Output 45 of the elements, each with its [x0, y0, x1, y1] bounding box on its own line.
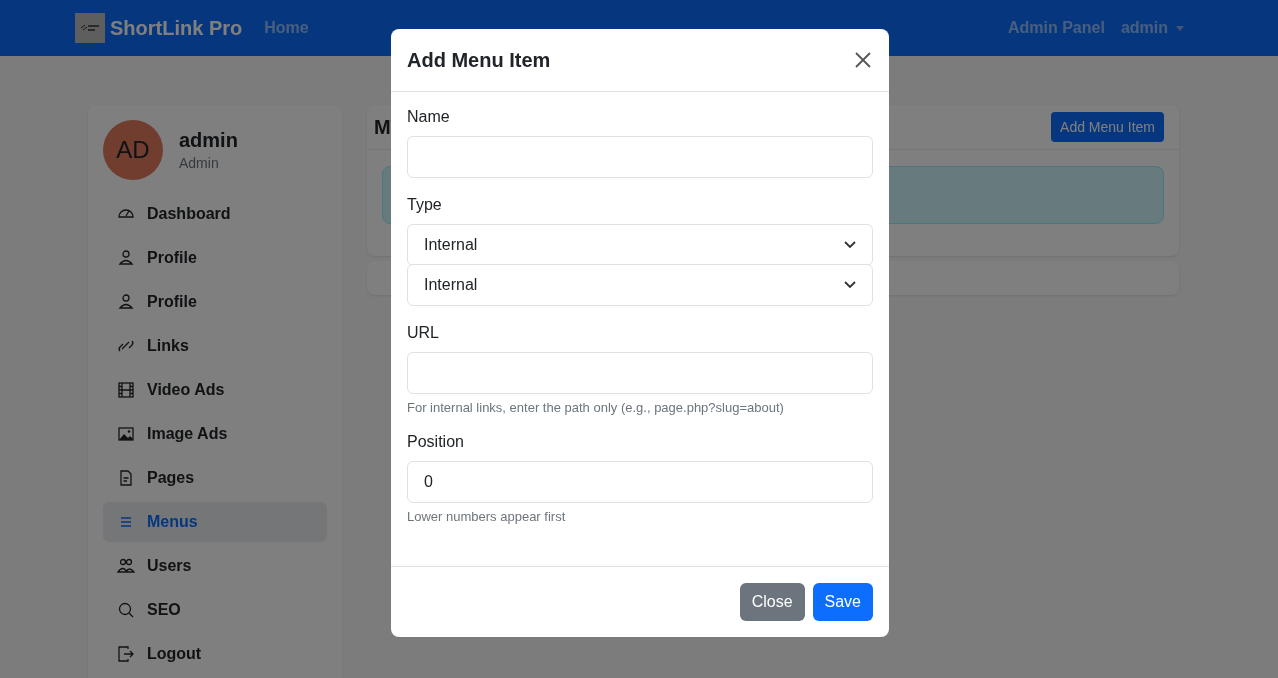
- logout-icon: [117, 645, 135, 663]
- chevron-icon: [844, 281, 856, 289]
- sidebar-item[interactable]: Image Ads: [103, 414, 327, 454]
- sidebar-item[interactable]: Logout: [103, 634, 327, 674]
- sidebar-item[interactable]: Links: [103, 326, 327, 366]
- user-name: admin: [179, 129, 238, 152]
- sidebar-item[interactable]: Users: [103, 546, 327, 586]
- close-icon: [855, 52, 871, 68]
- input-field[interactable]: 0: [407, 461, 873, 503]
- sidebar-item[interactable]: Dashboard: [103, 194, 327, 234]
- people-icon: [117, 557, 135, 575]
- sidebar-item[interactable]: Menus: [103, 502, 327, 542]
- select-field[interactable]: Internal: [407, 264, 873, 306]
- input-field[interactable]: [407, 136, 873, 178]
- caret-icon: [1176, 25, 1184, 31]
- sidebar-item[interactable]: Pages: [103, 458, 327, 498]
- help-text: For internal links, enter the path only (e.g., page.php?slug=about): [407, 400, 785, 415]
- card-title: M: [374, 115, 391, 139]
- person-icon: [117, 293, 135, 311]
- logo-icon: [75, 13, 105, 43]
- field-label: Position: [407, 433, 465, 451]
- close-button[interactable]: [853, 50, 873, 70]
- modal-button[interactable]: Save: [812, 583, 873, 621]
- sidebar-item[interactable]: Profile: [103, 238, 327, 278]
- sidebar-item[interactable]: Video Ads: [103, 370, 327, 410]
- field-label: Type: [407, 196, 443, 214]
- field-label: URL: [407, 324, 440, 342]
- sidebar-item[interactable]: SEO: [103, 590, 327, 630]
- document-icon: [117, 469, 135, 487]
- modal-button[interactable]: Close: [739, 583, 805, 621]
- film-icon: [117, 381, 135, 399]
- help-text: Lower numbers appear first: [407, 509, 567, 524]
- image-icon: [117, 425, 135, 443]
- search-icon: [117, 601, 135, 619]
- add-menu-item-button[interactable]: Add Menu Item: [1051, 112, 1164, 142]
- input-field[interactable]: [407, 352, 873, 394]
- user-role: Admin: [179, 155, 220, 171]
- avatar: AD: [103, 120, 163, 180]
- select-field[interactable]: Internal: [407, 224, 873, 266]
- field-label: Name: [407, 108, 451, 126]
- person-icon: [117, 249, 135, 267]
- modal-title: Add Menu Item: [407, 48, 551, 72]
- chevron-icon: [844, 241, 856, 249]
- sidebar-item[interactable]: Profile: [103, 282, 327, 322]
- brand-name[interactable]: ShortLink Pro: [110, 16, 243, 40]
